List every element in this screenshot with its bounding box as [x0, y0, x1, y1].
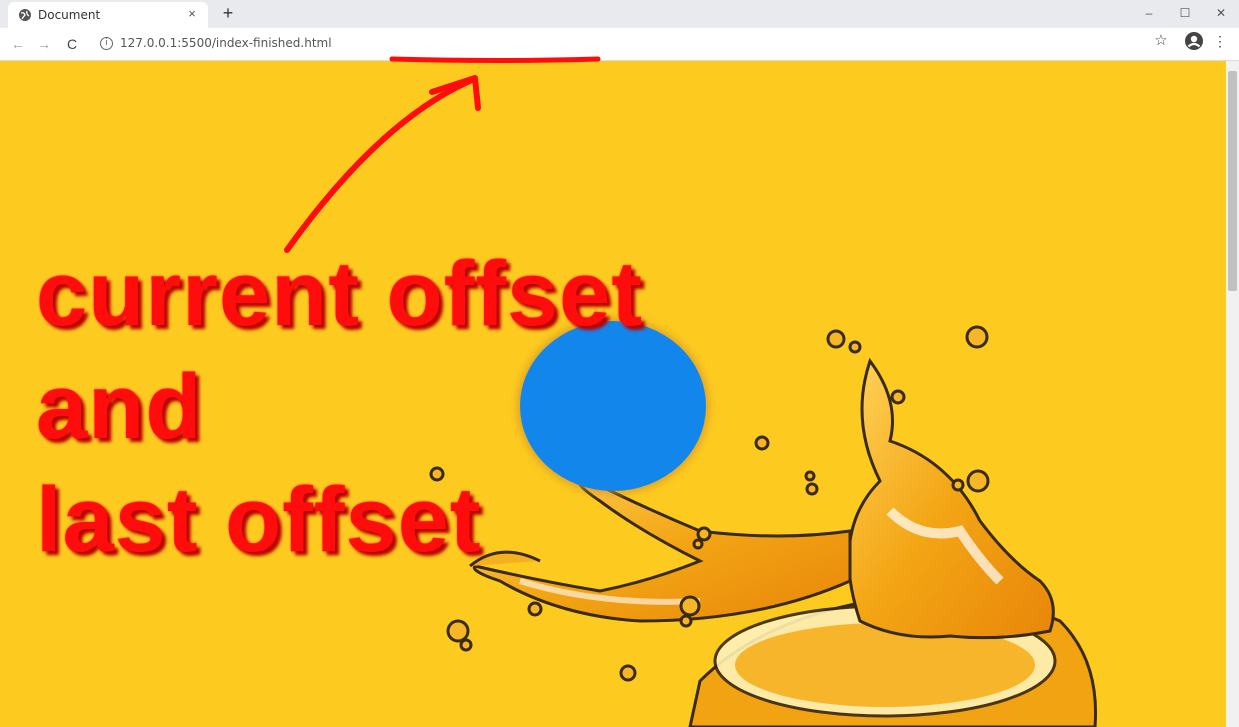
window-controls: – ☐ ✕	[1131, 0, 1239, 28]
maximize-button[interactable]: ☐	[1167, 0, 1203, 28]
browser-tab[interactable]: Document ×	[8, 2, 208, 28]
minimize-button[interactable]: –	[1131, 0, 1167, 28]
close-window-button[interactable]: ✕	[1203, 0, 1239, 28]
new-tab-button[interactable]: +	[218, 3, 238, 23]
browser-titlebar: Document × + – ☐ ✕	[0, 0, 1239, 28]
annotation-line-2: and	[36, 356, 203, 458]
annotation-line-3: last offset	[36, 469, 482, 571]
menu-icon[interactable]: ⋮	[1212, 32, 1228, 50]
annotation-line-1: current offset	[36, 243, 643, 345]
profile-icon[interactable]	[1184, 31, 1204, 51]
address-bar[interactable]: i 127.0.0.1:5500/index-finished.html	[96, 32, 1136, 56]
globe-icon	[19, 9, 31, 21]
forward-button[interactable]: →	[34, 34, 54, 54]
browser-toolbar: ← → C i 127.0.0.1:5500/index-finished.ht…	[0, 28, 1239, 61]
reload-button[interactable]: C	[62, 34, 82, 54]
bookmark-star-icon[interactable]: ☆	[1152, 32, 1170, 50]
url-text[interactable]: 127.0.0.1:5500/index-finished.html	[120, 36, 332, 50]
scrollbar-thumb[interactable]	[1228, 71, 1237, 291]
info-icon[interactable]: i	[100, 37, 113, 50]
back-button[interactable]: ←	[8, 34, 28, 54]
annotation-text: current offset and last offset	[36, 238, 643, 577]
tab-close-button[interactable]: ×	[184, 6, 200, 22]
tab-title: Document	[38, 8, 101, 22]
scrollbar[interactable]	[1226, 61, 1239, 727]
